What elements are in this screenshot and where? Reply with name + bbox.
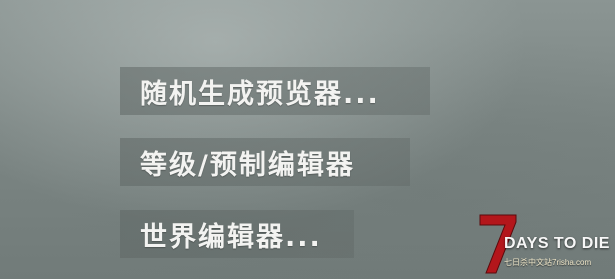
game-logo-watermark: DAYS TO DIE 七日杀中文站7risha.com <box>478 213 612 275</box>
menu-item-label: 世界编辑器... <box>140 221 322 253</box>
menu-item-label: 随机生成预览器... <box>140 78 380 110</box>
random-gen-previewer-button[interactable]: 随机生成预览器... <box>120 67 430 115</box>
menu-item-label: 等级/预制编辑器 <box>140 149 355 181</box>
logo-title: DAYS TO DIE <box>504 235 610 252</box>
world-editor-button[interactable]: 世界编辑器... <box>120 210 354 258</box>
level-prefab-editor-button[interactable]: 等级/预制编辑器 <box>120 138 410 186</box>
logo-subtitle: 七日杀中文站7risha.com <box>504 258 592 267</box>
